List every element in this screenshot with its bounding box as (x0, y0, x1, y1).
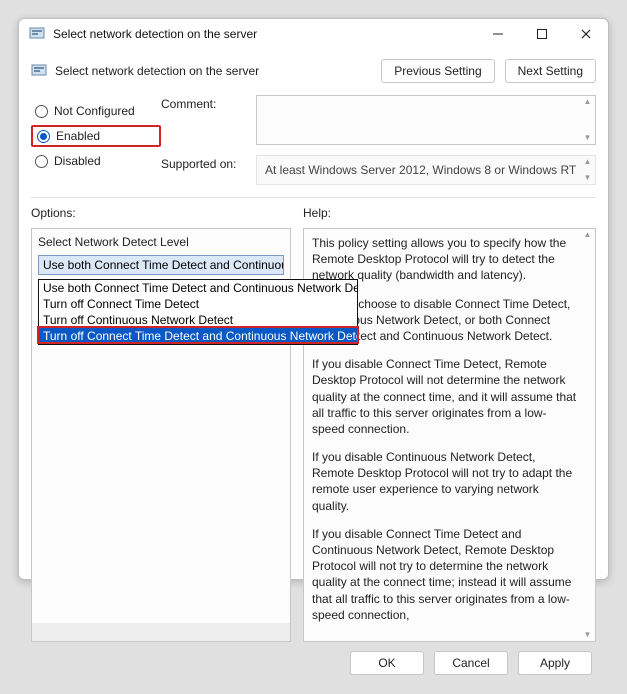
apply-button[interactable]: Apply (518, 651, 592, 675)
radio-disabled[interactable]: Disabled (31, 150, 161, 172)
scrollbar[interactable]: ▲ ▼ (580, 229, 595, 641)
options-label: Options: (31, 206, 291, 220)
policy-window: Select network detection on the server S… (18, 18, 609, 580)
dropdown-option[interactable]: Use both Connect Time Detect and Continu… (39, 280, 357, 296)
options-panel: Select Network Detect Level Use both Con… (31, 228, 291, 642)
radio-enabled[interactable]: Enabled (31, 125, 161, 147)
scroll-up-icon[interactable]: ▲ (580, 231, 595, 239)
help-label: Help: (303, 206, 596, 220)
radio-icon (37, 130, 50, 143)
scroll-down-icon[interactable]: ▼ (580, 134, 595, 142)
radio-label: Disabled (54, 154, 101, 168)
supported-on-value: At least Windows Server 2012, Windows 8 … (265, 163, 576, 177)
scroll-up-icon[interactable]: ▲ (580, 158, 595, 166)
maximize-button[interactable] (520, 19, 564, 49)
scrollbar[interactable]: ▲ ▼ (580, 96, 595, 144)
radio-label: Enabled (56, 129, 100, 143)
policy-header: Select network detection on the server P… (31, 53, 596, 89)
close-button[interactable] (564, 19, 608, 49)
help-text: If you disable Connect Time Detect, Remo… (312, 356, 577, 437)
comment-field[interactable]: ▲ ▼ (256, 95, 596, 145)
radio-icon (35, 155, 48, 168)
supported-on-label: Supported on: (161, 155, 256, 185)
scrollbar[interactable]: ▲ ▼ (580, 156, 595, 184)
dropdown-option[interactable]: Turn off Connect Time Detect and Continu… (39, 328, 357, 344)
scroll-up-icon[interactable]: ▲ (580, 98, 595, 106)
help-text: If you disable Continuous Network Detect… (312, 449, 577, 514)
divider (31, 197, 596, 198)
cancel-button[interactable]: Cancel (434, 651, 508, 675)
comment-label: Comment: (161, 95, 256, 145)
previous-setting-button[interactable]: Previous Setting (381, 59, 494, 83)
titlebar[interactable]: Select network detection on the server (19, 19, 608, 49)
help-text: If you disable Connect Time Detect and C… (312, 526, 577, 623)
help-text: This policy setting allows you to specif… (312, 235, 577, 284)
scroll-down-icon[interactable]: ▼ (580, 174, 595, 182)
ok-button[interactable]: OK (350, 651, 424, 675)
radio-label: Not Configured (54, 104, 135, 118)
options-footer (32, 623, 290, 641)
dropdown-option[interactable]: Turn off Continuous Network Detect (39, 312, 357, 328)
minimize-button[interactable] (476, 19, 520, 49)
app-icon (29, 26, 45, 42)
detect-level-label: Select Network Detect Level (38, 235, 284, 249)
detect-level-dropdown-list[interactable]: Use both Connect Time Detect and Continu… (38, 279, 358, 345)
detect-level-dropdown[interactable]: Use both Connect Time Detect and Continu… (38, 255, 284, 275)
supported-on-field: At least Windows Server 2012, Windows 8 … (256, 155, 596, 185)
scroll-down-icon[interactable]: ▼ (580, 631, 595, 639)
radio-icon (35, 105, 48, 118)
state-column: Not Configured Enabled Disabled (31, 95, 161, 185)
next-setting-button[interactable]: Next Setting (505, 59, 596, 83)
policy-title: Select network detection on the server (55, 64, 259, 78)
window-title: Select network detection on the server (53, 27, 257, 41)
radio-not-configured[interactable]: Not Configured (31, 100, 161, 122)
dropdown-option[interactable]: Turn off Connect Time Detect (39, 296, 357, 312)
dropdown-selected: Use both Connect Time Detect and Continu… (43, 258, 284, 272)
policy-icon (31, 63, 47, 79)
